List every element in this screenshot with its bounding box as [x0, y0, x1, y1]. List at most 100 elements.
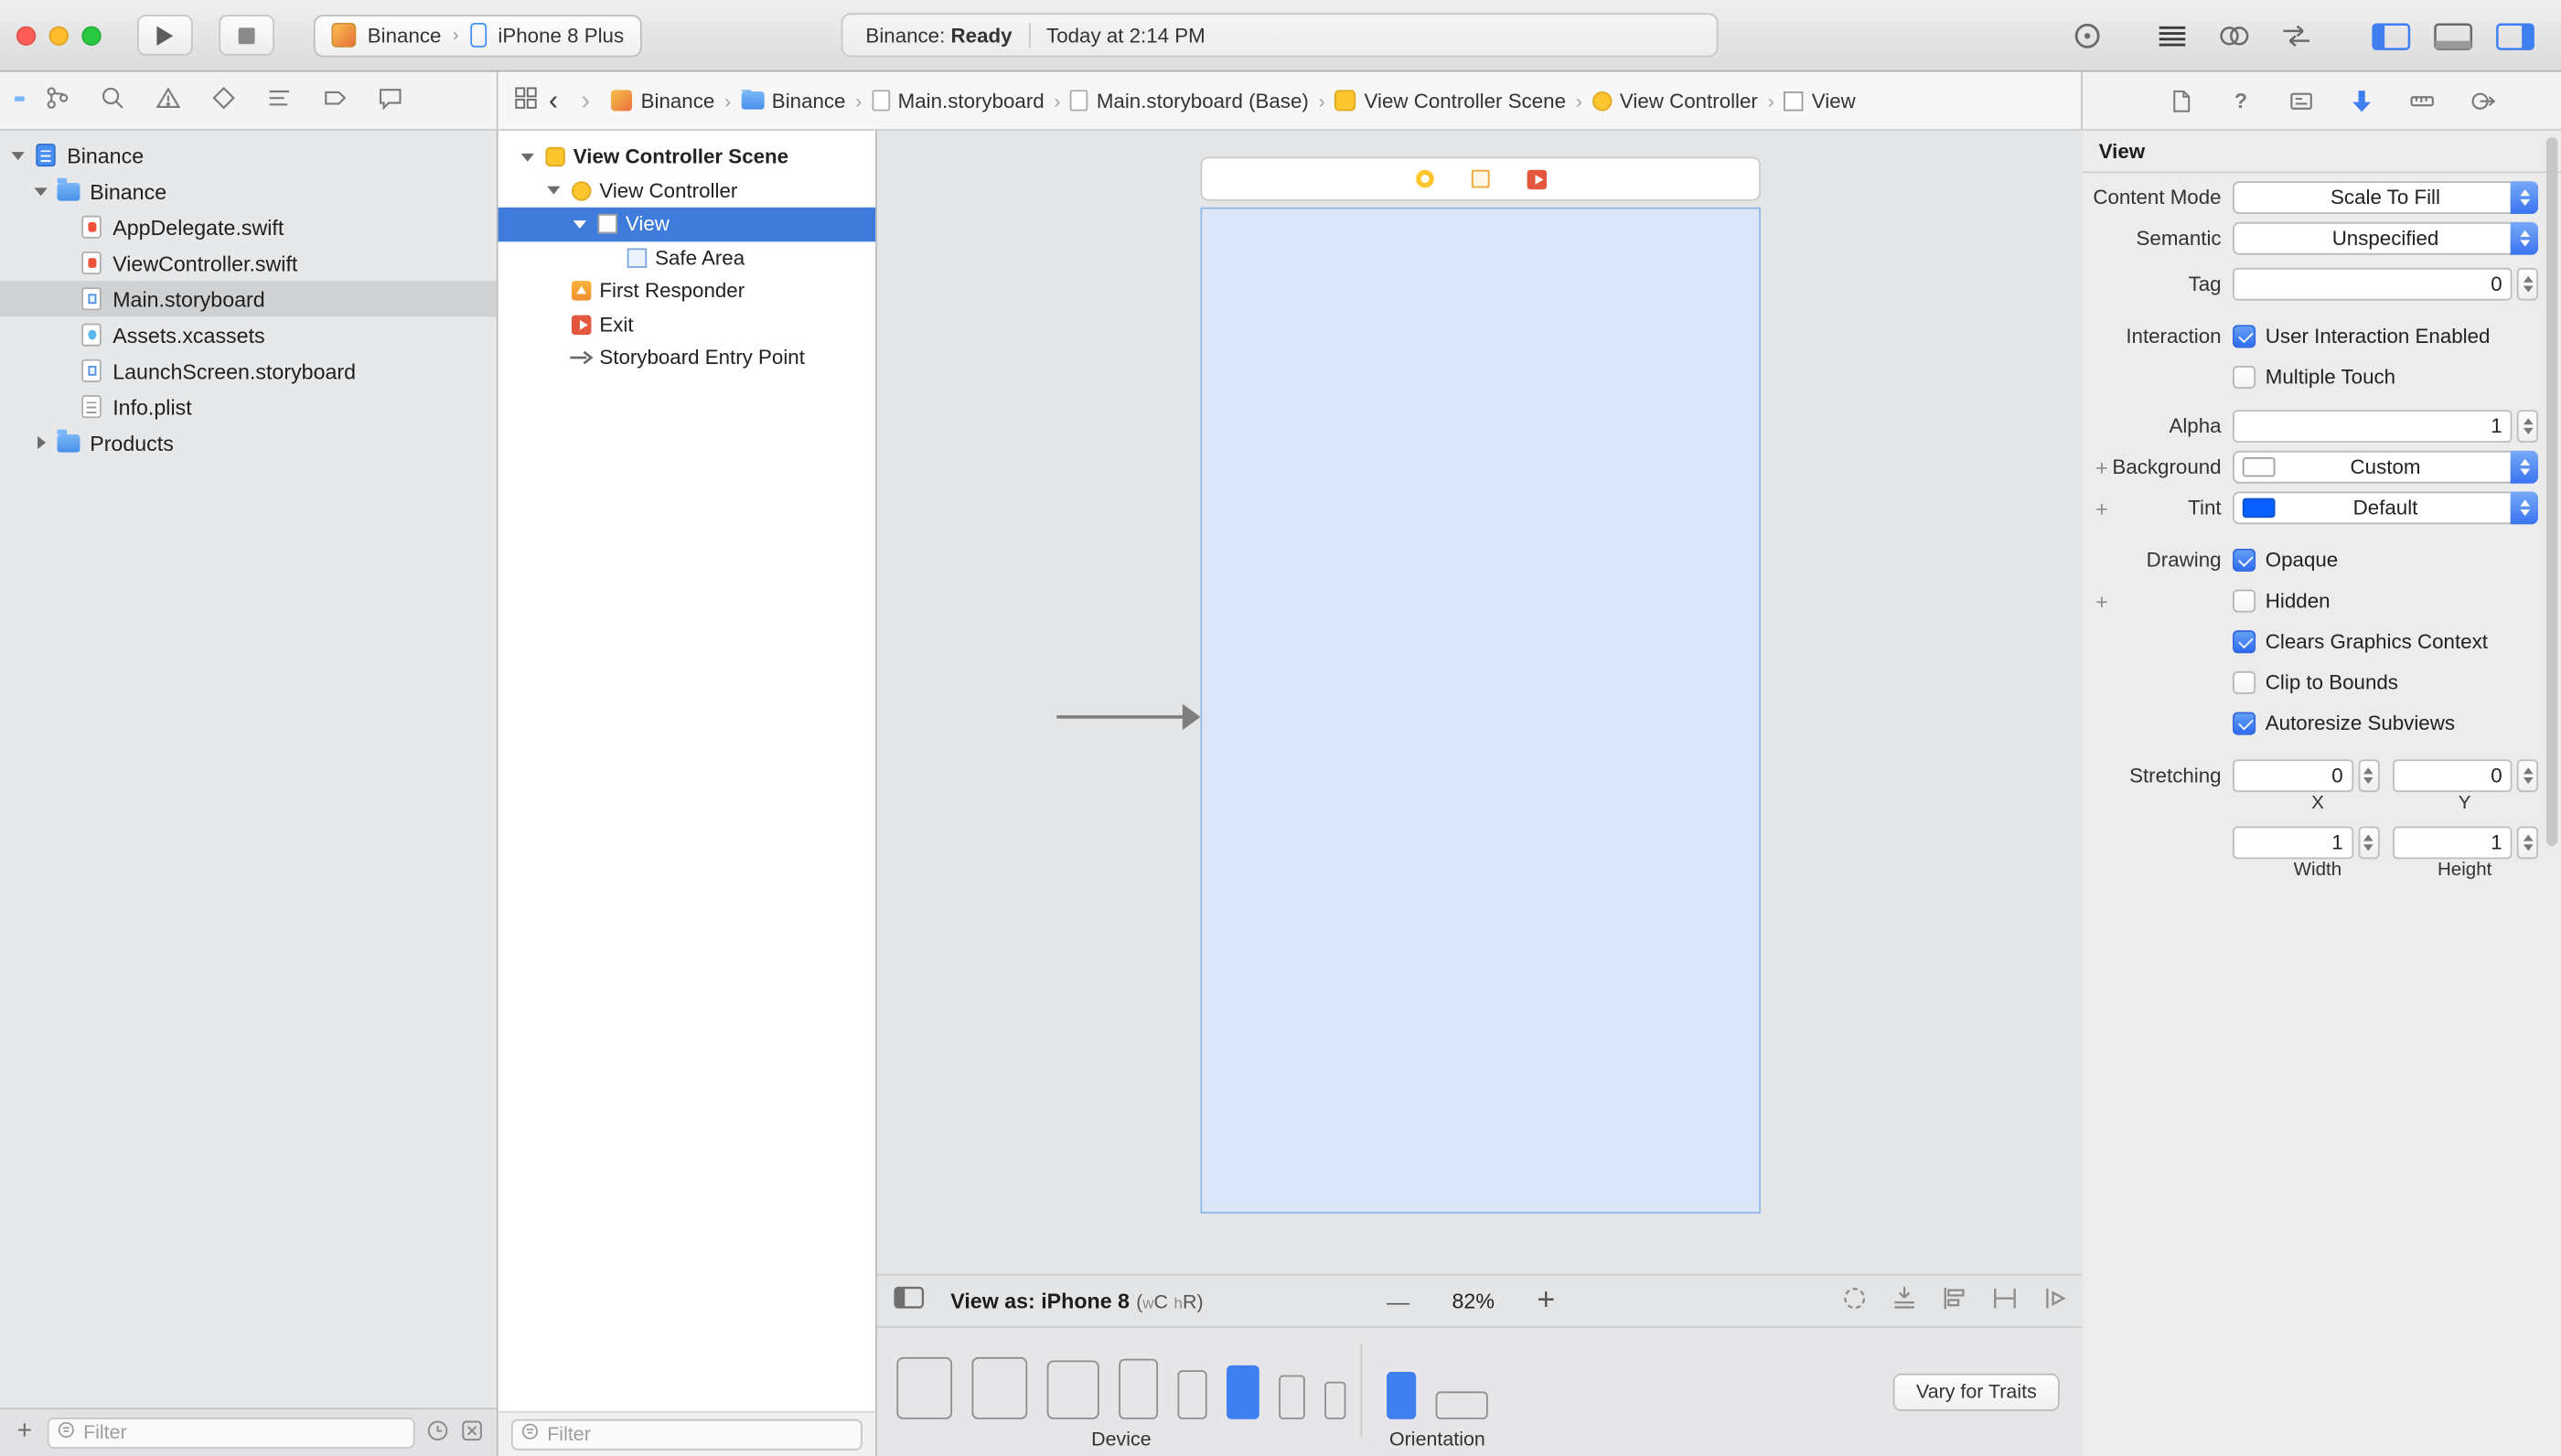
navigator-item-file[interactable]: Assets.xcassets — [0, 316, 497, 352]
navigator-item-file-selected[interactable]: Main.storyboard — [0, 281, 497, 317]
stretching-height-stepper[interactable] — [2516, 826, 2538, 860]
outline-item-scene[interactable]: View Controller Scene — [498, 141, 875, 175]
hidden-checkbox[interactable] — [2233, 589, 2256, 613]
vary-for-traits-button[interactable]: Vary for Traits — [1893, 1372, 2060, 1410]
zoom-window-button[interactable] — [81, 25, 102, 46]
breadcrumb-file[interactable]: Main.storyboard — [872, 89, 1045, 112]
recent-files-icon[interactable] — [426, 1419, 449, 1446]
size-inspector-tab[interactable] — [2406, 82, 2438, 118]
breadcrumb-localization[interactable]: Main.storyboard (Base) — [1070, 89, 1309, 112]
stretching-x-stepper[interactable] — [2357, 759, 2379, 793]
close-window-button[interactable] — [16, 25, 37, 46]
identity-inspector-tab[interactable] — [2285, 82, 2318, 118]
outline-item-entry-point[interactable]: Storyboard Entry Point — [498, 341, 875, 375]
zoom-in-button[interactable] — [1537, 1285, 1555, 1316]
assistant-editor-button[interactable] — [2208, 15, 2260, 57]
iphone-4s-icon[interactable] — [1324, 1380, 1346, 1419]
alpha-field[interactable] — [2233, 410, 2513, 443]
issue-navigator-tab[interactable] — [155, 85, 182, 116]
zoom-out-button[interactable] — [1387, 1290, 1409, 1312]
outline-item-exit[interactable]: Exit — [498, 308, 875, 342]
report-navigator-tab[interactable] — [377, 85, 403, 116]
filter-input[interactable] — [547, 1422, 853, 1446]
quick-help-inspector-tab[interactable] — [2224, 82, 2257, 118]
source-control-navigator-tab[interactable] — [44, 85, 70, 116]
outline-item-view-controller[interactable]: View Controller — [498, 174, 875, 208]
add-attribute-icon[interactable] — [2095, 456, 2108, 477]
iphone-8-icon-selected[interactable] — [1227, 1364, 1259, 1419]
debug-navigator-tab[interactable] — [266, 85, 293, 116]
stretching-x-field[interactable] — [2233, 759, 2353, 793]
first-responder-dock-icon[interactable] — [1471, 169, 1489, 188]
stretching-width-field[interactable] — [2233, 826, 2353, 860]
disclosure-triangle-icon[interactable] — [520, 148, 538, 166]
view-as-label[interactable]: View as: iPhone 8 (wC hR) — [950, 1288, 1203, 1312]
back-button[interactable] — [537, 87, 569, 114]
update-frames-icon[interactable] — [1840, 1285, 1868, 1316]
scheme-selector[interactable]: Binance iPhone 8 Plus — [313, 14, 642, 57]
source-control-status-icon[interactable] — [461, 1419, 484, 1446]
minimize-window-button[interactable] — [48, 25, 69, 46]
tint-color-popup[interactable]: Default — [2233, 491, 2538, 525]
version-editor-button[interactable] — [2270, 15, 2322, 57]
run-button[interactable] — [136, 15, 193, 56]
alpha-stepper[interactable] — [2516, 410, 2538, 443]
tag-field[interactable] — [2233, 267, 2513, 301]
navigator-item-group[interactable]: Binance — [0, 173, 497, 209]
navigator-item-products[interactable]: Products — [0, 424, 497, 460]
tag-stepper[interactable] — [2516, 267, 2538, 301]
outline-item-view-selected[interactable]: View — [498, 207, 876, 241]
clip-to-bounds-checkbox[interactable] — [2233, 670, 2256, 694]
filter-input[interactable] — [83, 1420, 405, 1444]
add-constraints-icon[interactable] — [1989, 1285, 2020, 1316]
portrait-orientation-icon-selected[interactable] — [1387, 1371, 1417, 1419]
navigator-item-file[interactable]: LaunchScreen.storyboard — [0, 353, 497, 389]
debug-area-toggle[interactable] — [2427, 15, 2480, 57]
resolve-autolayout-icon[interactable] — [2041, 1285, 2069, 1316]
exit-dock-icon[interactable] — [1526, 168, 1547, 189]
navigator-item-file[interactable]: AppDelegate.swift — [0, 209, 497, 245]
stretching-y-stepper[interactable] — [2516, 759, 2538, 793]
navigator-item-file[interactable]: ViewController.swift — [0, 245, 497, 281]
stretching-y-field[interactable] — [2392, 759, 2513, 793]
user-interaction-checkbox[interactable] — [2233, 325, 2256, 348]
view-controller-view[interactable] — [1200, 207, 1761, 1214]
background-color-popup[interactable]: Custom — [2233, 450, 2538, 484]
view-controller-dock-icon[interactable] — [1415, 169, 1433, 188]
breadcrumb-scene[interactable]: View Controller Scene — [1334, 89, 1566, 112]
outline-item-first-responder[interactable]: First Responder — [498, 274, 875, 308]
navigator-item-project[interactable]: Binance — [0, 137, 497, 173]
target-icon[interactable] — [2062, 15, 2114, 57]
stop-button[interactable] — [219, 15, 274, 56]
storyboard-entry-point-arrow[interactable] — [1056, 703, 1201, 731]
disclosure-triangle-icon[interactable] — [33, 182, 51, 200]
outline-item-safe-area[interactable]: Safe Area — [498, 241, 875, 274]
iphone-plus-ic[interactable] — [1119, 1357, 1159, 1419]
outline-filter-field[interactable] — [510, 1418, 863, 1450]
breadcrumb-view-controller[interactable]: View Controller — [1591, 89, 1758, 112]
ipad-medium-icon[interactable] — [971, 1356, 1028, 1419]
landscape-orientation-icon[interactable] — [1435, 1390, 1488, 1419]
disclosure-triangle-icon[interactable] — [545, 182, 563, 200]
add-attribute-icon[interactable] — [2095, 591, 2108, 612]
breadcrumb-group[interactable]: Binance — [740, 89, 845, 112]
multiple-touch-checkbox[interactable] — [2233, 365, 2256, 389]
disclosure-triangle-icon[interactable] — [572, 215, 590, 233]
utilities-panel-toggle[interactable] — [2489, 15, 2541, 57]
disclosure-triangle-icon[interactable] — [10, 146, 28, 165]
navigator-panel-toggle[interactable] — [2365, 15, 2417, 57]
breadcrumb-view[interactable]: View — [1784, 89, 1856, 112]
iphone-x-icon[interactable] — [1177, 1369, 1207, 1419]
forward-button[interactable] — [570, 87, 602, 114]
content-mode-popup[interactable]: Scale To Fill — [2233, 181, 2538, 214]
stretching-width-stepper[interactable] — [2357, 826, 2379, 860]
disclosure-triangle-icon[interactable] — [33, 434, 51, 452]
attributes-inspector-tab[interactable] — [2345, 82, 2378, 118]
semantic-popup[interactable]: Unspecified — [2233, 221, 2538, 255]
test-navigator-tab[interactable] — [210, 85, 237, 116]
opaque-checkbox[interactable] — [2233, 548, 2256, 572]
stretching-height-field[interactable] — [2392, 826, 2513, 860]
storyboard-canvas[interactable] — [877, 131, 2083, 1273]
connections-inspector-tab[interactable] — [2466, 82, 2499, 118]
navigator-item-file[interactable]: Info.plist — [0, 389, 497, 424]
